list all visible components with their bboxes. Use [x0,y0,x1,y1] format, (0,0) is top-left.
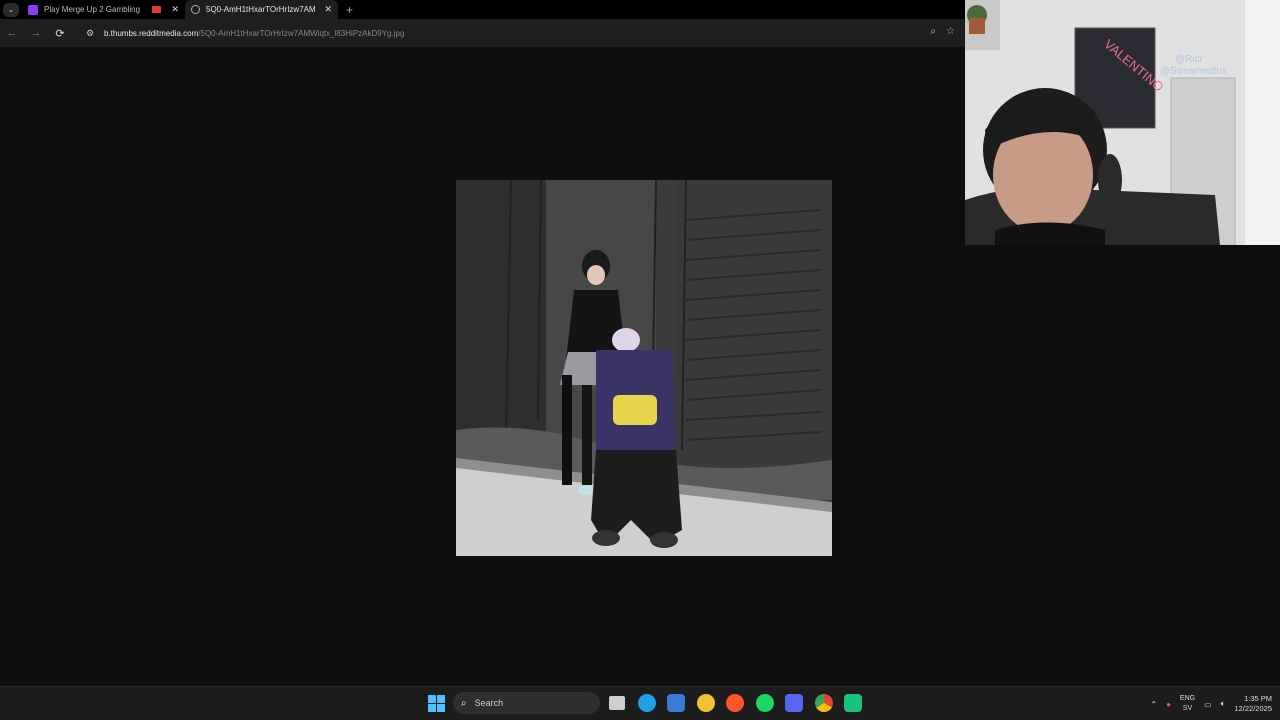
url-host: b.thumbs.redditmedia.com [104,28,199,38]
forward-button[interactable]: → [24,27,48,39]
site-info-icon[interactable]: ⚙ [86,28,104,39]
chrome-icon[interactable] [815,694,833,712]
url-text: b.thumbs.redditmedia.com/5Q0-AmH1tHxarTO… [104,29,404,38]
webcam-overlay: VALENTINO @Ricr @Streamedfus [965,0,1280,245]
displayed-image[interactable] [456,180,832,556]
close-tab-icon[interactable]: ✕ [324,4,332,15]
twitch-icon [28,4,38,15]
recording-icon [152,6,162,13]
back-button[interactable]: ← [0,27,24,39]
zoom-icon[interactable]: ⌕ [930,26,936,37]
tab-search-button[interactable]: ⌄ [0,0,22,19]
watermark-line-2: @Streamedfus [1160,66,1227,77]
discord-icon[interactable] [785,694,803,712]
clock-app-icon[interactable] [697,694,715,712]
file-explorer-icon[interactable] [609,696,625,710]
system-tray: ⌃ ● ENG SV ▭ 🔈︎ 1:35 PM 12/22/2025 [1150,691,1272,717]
new-tab-button[interactable]: + [338,3,353,17]
tab-title: 5Q0-AmH1tHxarTOrHrIzw7AM [206,5,316,14]
url-path: /5Q0-AmH1tHxarTOrHrIzw7AMWiqtx_l83HiPzAk… [198,28,405,38]
volume-icon[interactable]: 🔈︎ [1221,699,1226,709]
windows-start-button[interactable] [428,695,445,712]
network-icon[interactable]: ▭ [1204,700,1212,709]
taskbar-search[interactable]: ⌕ Search [453,692,600,714]
watermark-line-1: @Ricr [1175,54,1204,65]
globe-icon [191,5,200,14]
search-placeholder: Search [474,698,504,708]
address-bar[interactable]: ⚙ b.thumbs.redditmedia.com/5Q0-AmH1tHxar… [80,23,955,43]
browser-toolbar: ← → ⟳ ⚙ b.thumbs.redditmedia.com/5Q0-AmH… [0,19,965,47]
tab-strip: ⌄ Play Merge Up 2 Gambling ✕ 5Q0-AmH1tHx… [0,0,965,19]
language-top: ENG [1179,695,1196,702]
language-bottom: SV [1182,705,1193,712]
start-tile [428,695,436,703]
bookmark-star-icon[interactable]: ☆ [946,26,955,37]
microsoft-store-icon[interactable] [667,694,685,712]
reload-button[interactable]: ⟳ [48,27,72,40]
tab-image[interactable]: 5Q0-AmH1tHxarTOrHrIzw7AM ✕ [185,0,338,19]
tab-title: Play Merge Up 2 Gambling [44,5,141,14]
chevron-up-icon[interactable]: ⌃ [1150,700,1157,709]
start-tile [428,704,436,712]
start-tile [437,704,445,712]
close-tab-icon[interactable]: ✕ [171,4,179,15]
clock-date: 12/22/2025 [1234,704,1272,713]
search-icon: ⌕ [461,697,467,709]
edge-icon[interactable] [638,694,656,712]
microphone-icon[interactable]: ● [1166,700,1171,709]
clock[interactable]: 1:35 PM 12/22/2025 [1234,694,1272,714]
webcam-feed: VALENTINO @Ricr @Streamedfus [965,0,1280,245]
app-icon[interactable] [844,694,862,712]
spotify-icon[interactable] [756,694,774,712]
photo-street-scene [456,180,832,556]
tab-merge-up[interactable]: Play Merge Up 2 Gambling ✕ [22,0,185,19]
chevron-down-icon: ⌄ [3,2,19,17]
clock-time: 1:35 PM [1244,694,1272,703]
taskbar: ⌕ Search ⌃ ● ENG SV ▭ 🔈︎ 1:35 PM 12/22/2… [0,686,1280,720]
brave-icon[interactable] [726,694,744,712]
start-tile [437,695,445,703]
language-indicator[interactable]: ENG SV [1180,694,1195,714]
